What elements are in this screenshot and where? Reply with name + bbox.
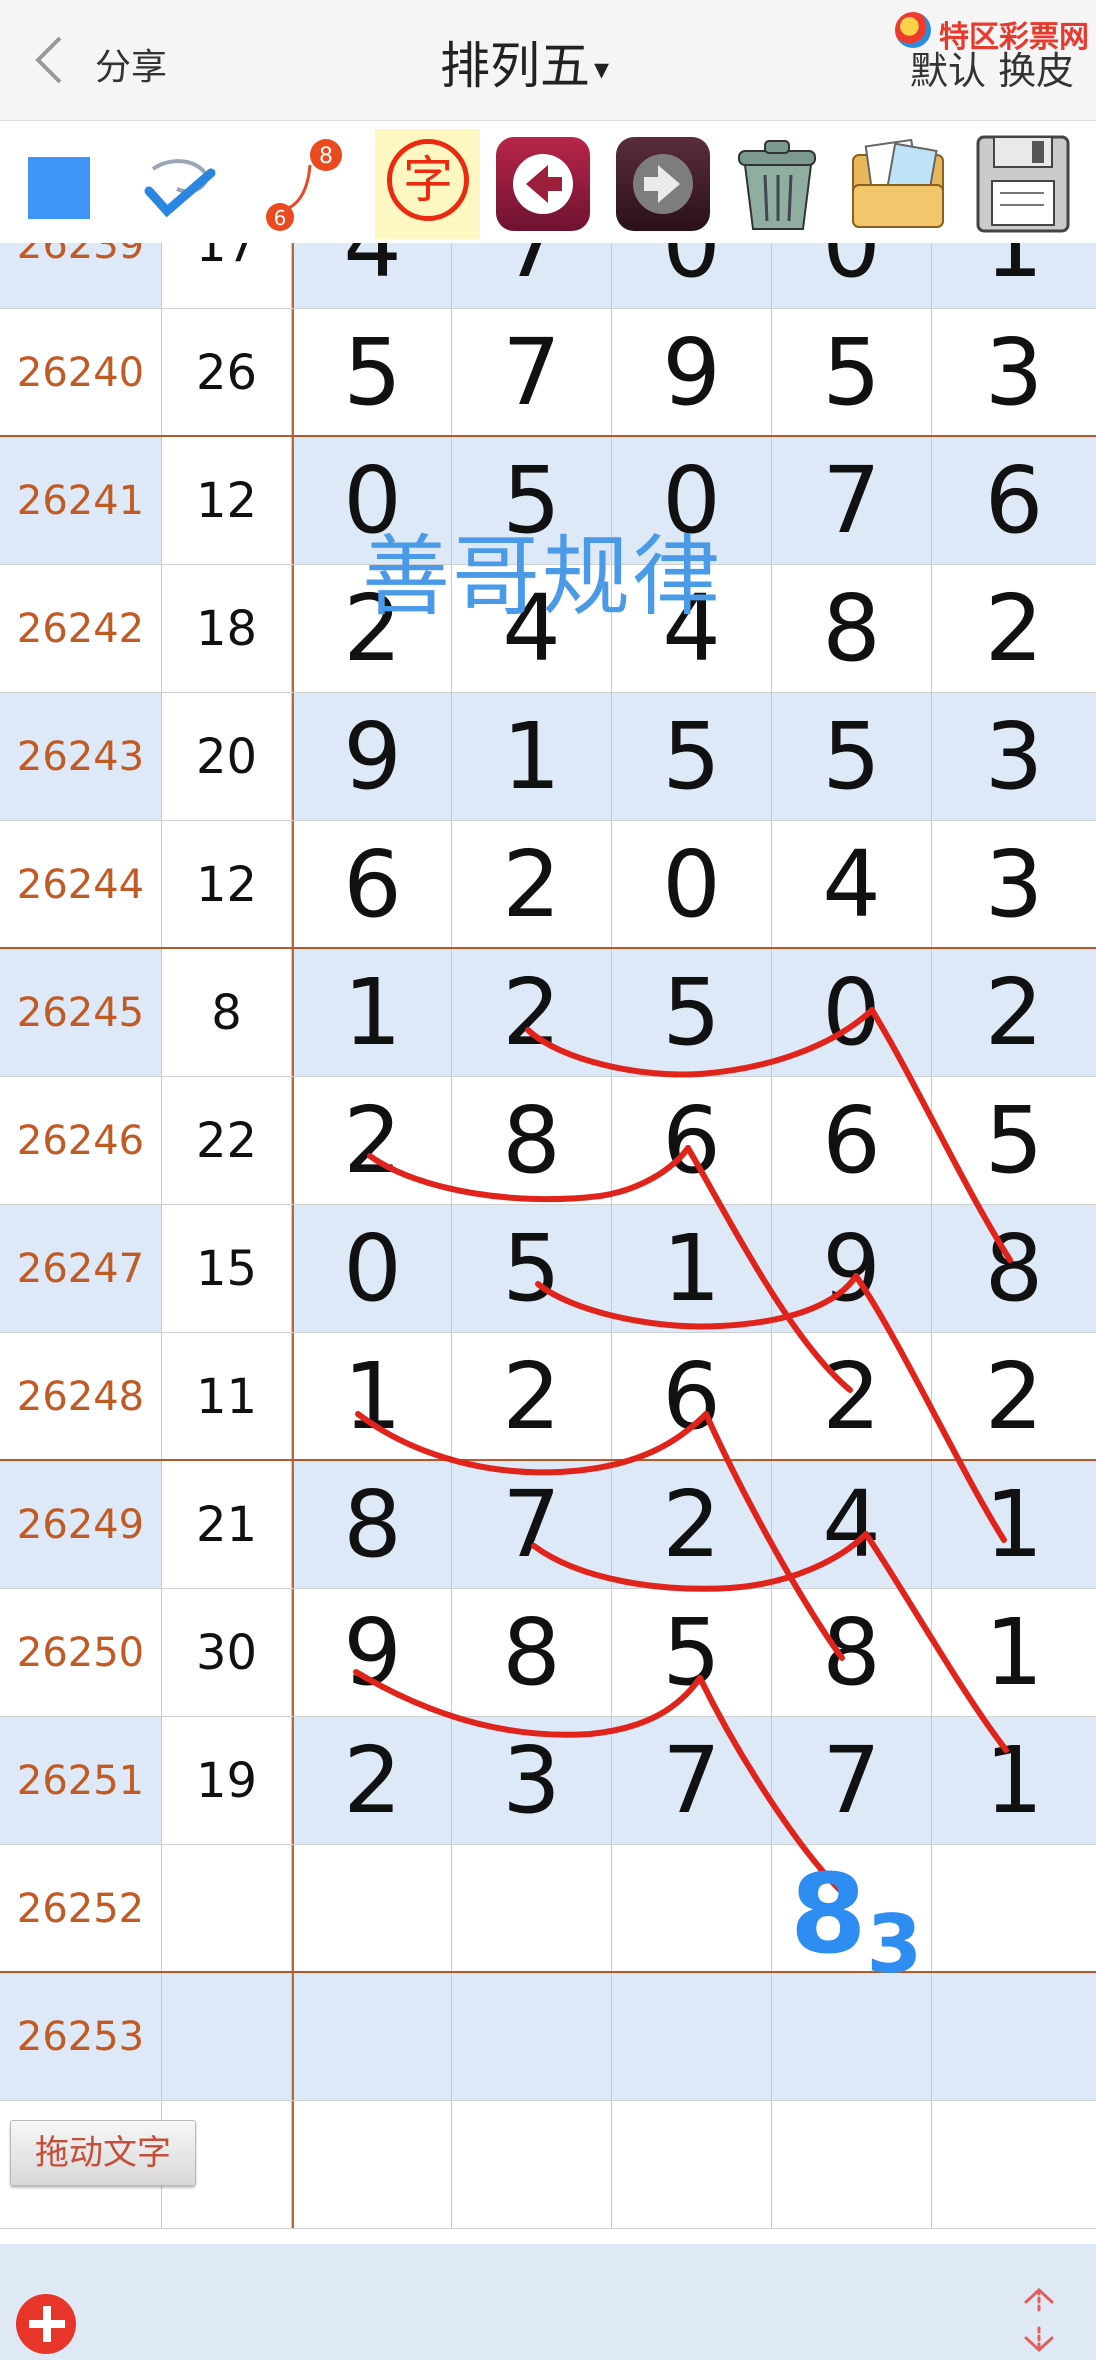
prediction-main: 8 xyxy=(790,1850,867,1978)
drag-text-button[interactable]: 拖动文字 xyxy=(10,2120,196,2186)
bottom-bar xyxy=(0,2244,1096,2360)
scroll-arrows-icon[interactable] xyxy=(1014,2284,1064,2356)
add-icon[interactable] xyxy=(16,2294,76,2354)
prediction-sub: 3 xyxy=(866,1898,923,1991)
hand-drawn-lines xyxy=(353,1007,1013,1893)
handwritten-prediction: 83 xyxy=(790,1850,922,1991)
